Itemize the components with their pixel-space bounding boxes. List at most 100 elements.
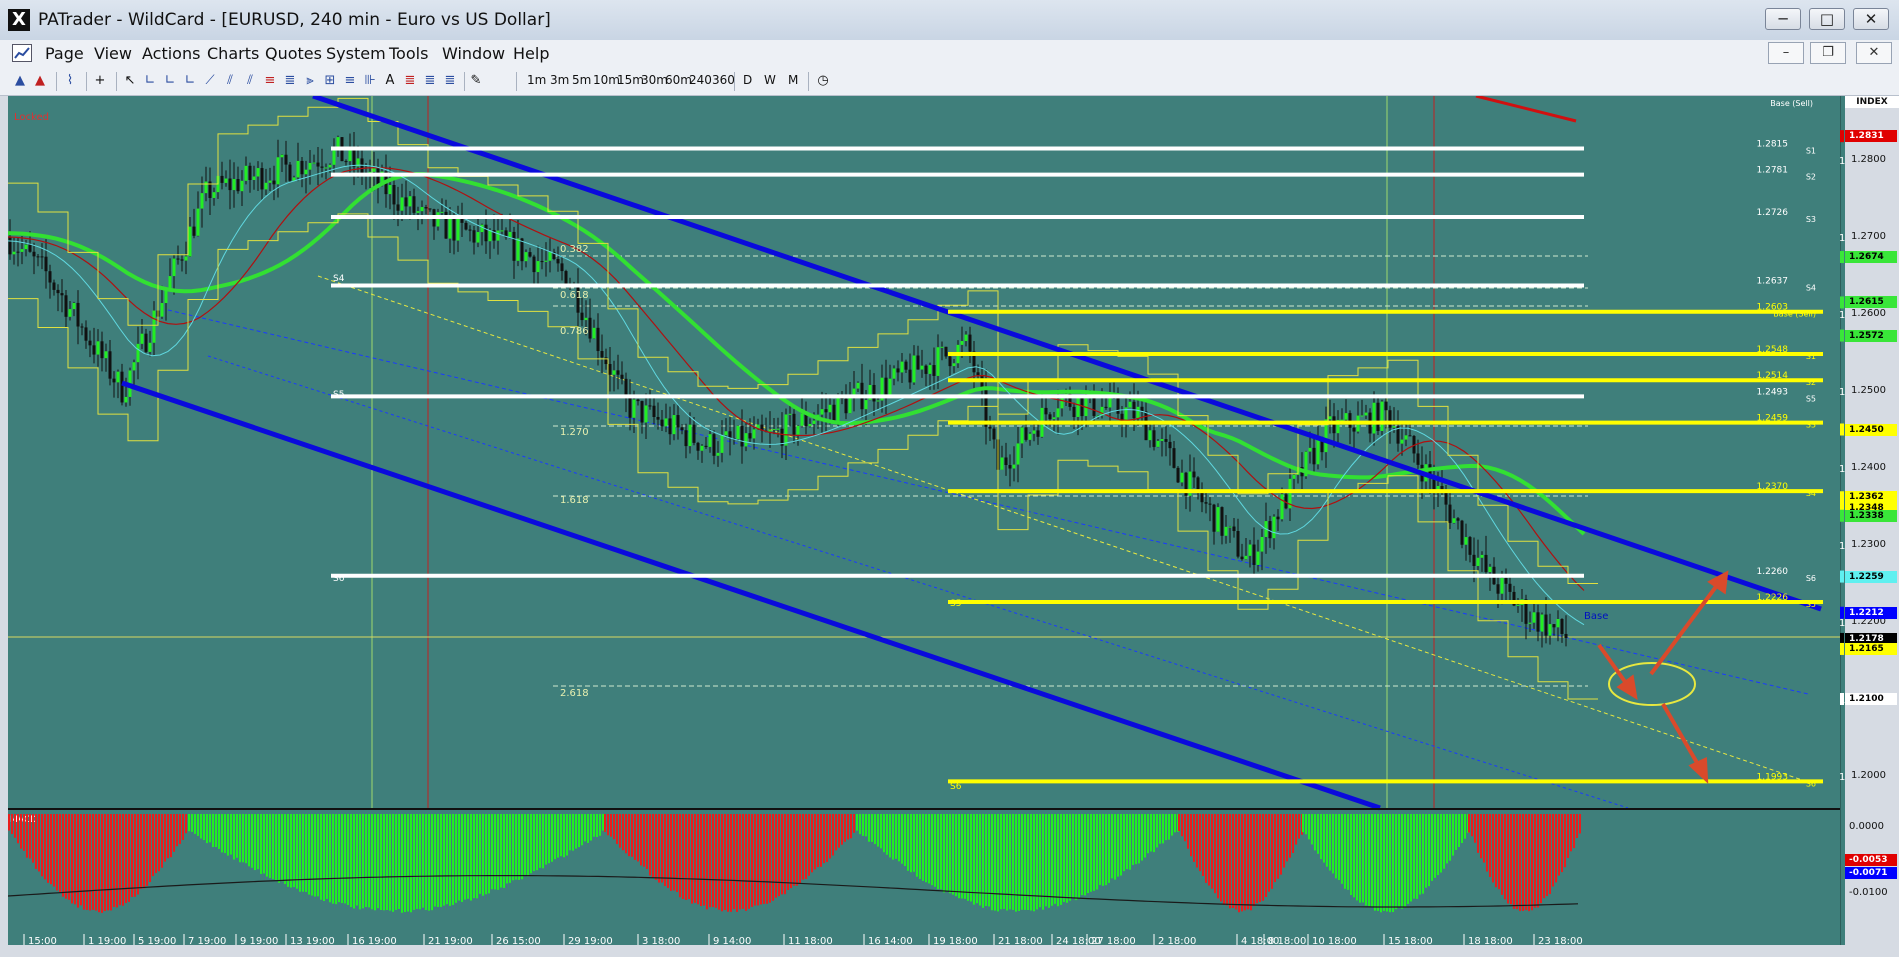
menu-quotes[interactable]: Quotes: [265, 44, 322, 63]
white-level-price: 1.2726: [1757, 208, 1789, 218]
price-axis-tick: 1.2500: [1851, 385, 1886, 396]
period-daily[interactable]: D: [743, 73, 752, 87]
fib-label: 2.618: [560, 688, 589, 699]
speed-lines-icon[interactable]: ≡: [342, 73, 358, 89]
text-tool-icon[interactable]: A: [382, 73, 398, 89]
time-axis-tick: 15 18:00: [1388, 936, 1433, 945]
pitchfork-icon[interactable]: ⊞: [322, 73, 338, 89]
regression-icon[interactable]: ≣: [402, 73, 418, 89]
yellow-level-price: 1.2459: [1757, 414, 1789, 424]
price-chart[interactable]: 1.2815 S1 1.2781 S2 1.2726 S3 1.2637 S4 1.2493 S5…: [8, 96, 1845, 945]
timeframe-30m[interactable]: 30m: [641, 73, 668, 87]
ellipse-tool-icon[interactable]: ≣: [442, 73, 458, 89]
menu-system[interactable]: System: [326, 44, 386, 63]
trend-line-icon[interactable]: ⟋: [202, 73, 218, 89]
menu-page[interactable]: Page: [45, 44, 84, 63]
window-maximize-button[interactable]: □: [1809, 8, 1845, 30]
yellow-level-price: 1.2226: [1757, 593, 1789, 603]
mdi-restore-button[interactable]: ❐: [1810, 42, 1846, 64]
white-level-price: 1.2637: [1757, 277, 1789, 287]
fib-label: 0.786: [560, 326, 589, 337]
period-monthly[interactable]: M: [788, 73, 798, 87]
yellow-level-price: 1.1993: [1757, 772, 1789, 782]
mdi-close-button[interactable]: ✕: [1856, 42, 1892, 64]
yellow-level-tag: S1: [1806, 352, 1816, 361]
time-axis-tick: 18 18:00: [1468, 936, 1513, 945]
crosshair-icon[interactable]: +: [92, 73, 108, 89]
window-minimize-button[interactable]: ─: [1765, 8, 1801, 30]
timeframe-360[interactable]: 360: [712, 73, 735, 87]
time-axis-tick: 2 18:00: [1158, 936, 1196, 945]
yellow-level-price: 1.2548: [1757, 345, 1789, 355]
white-level-price: 1.2815: [1757, 139, 1789, 149]
timeframe-240[interactable]: 240: [689, 73, 712, 87]
price-badge: 1.2831: [1845, 130, 1897, 143]
menu-actions[interactable]: Actions: [142, 44, 200, 63]
locked-label: Locked: [14, 112, 49, 123]
level-left-tag: S6: [333, 574, 345, 584]
base-sell-label: Base (Sell): [1770, 99, 1813, 108]
zoom-in-icon[interactable]: ▲: [12, 73, 28, 89]
menu-window[interactable]: Window: [442, 44, 505, 63]
arc-tool-icon[interactable]: ≣: [422, 73, 438, 89]
time-axis-tick: 23 18:00: [1538, 936, 1583, 945]
price-badge: 1.2100: [1845, 693, 1897, 705]
timeframe-1m[interactable]: 1m: [527, 73, 546, 87]
time-axis-tick: 1 19:00: [88, 936, 126, 945]
timeframe-5m[interactable]: 5m: [572, 73, 591, 87]
price-axis[interactable]: INDEX 1.2800 1.2700 1.2600 1.2500 1.2400 1.230…: [1845, 96, 1899, 945]
fib-retracement-icon[interactable]: ≡: [262, 73, 278, 89]
chart-canvas[interactable]: 1.2815 S1 1.2781 S2 1.2726 S3 1.2637 S4 1.2493 S5…: [8, 96, 1845, 945]
white-level-tag: S4: [1806, 284, 1816, 293]
price-badge: 1.2259: [1845, 570, 1897, 583]
timeframe-15m[interactable]: 15m: [617, 73, 644, 87]
draw-pen-icon[interactable]: ✎: [468, 73, 484, 89]
window-close-button[interactable]: ✕: [1853, 8, 1889, 30]
menu-charts[interactable]: Charts: [207, 44, 259, 63]
chart-document-icon[interactable]: [12, 44, 32, 62]
fib-fan-icon[interactable]: ⫽: [242, 73, 258, 89]
macd-axis-tick: 0.0000: [1849, 821, 1884, 832]
clock-icon[interactable]: ◷: [815, 73, 831, 89]
level-left-tag: S5: [333, 390, 344, 400]
cycle-lines-icon[interactable]: ⊪: [362, 73, 378, 89]
period-weekly[interactable]: W: [764, 73, 776, 87]
zoom-out-icon[interactable]: ▲: [32, 73, 48, 89]
timeframe-10m[interactable]: 10m: [593, 73, 620, 87]
title-bar: X PATrader - WildCard - [EURUSD, 240 min…: [0, 0, 1899, 41]
white-level-tag: S3: [1806, 215, 1816, 224]
gann-fan-icon[interactable]: ⫸: [302, 73, 318, 89]
base-label: Base: [1584, 611, 1608, 622]
mdi-minimize-button[interactable]: –: [1768, 42, 1804, 64]
timeframe-3m[interactable]: 3m: [550, 73, 569, 87]
channel-icon[interactable]: ⫽: [222, 73, 238, 89]
white-level-tag: S5: [1806, 394, 1816, 403]
time-axis-tick: 26 15:00: [496, 936, 541, 945]
white-level-price: 1.2260: [1757, 567, 1789, 577]
pointer-icon[interactable]: ↖: [122, 73, 138, 89]
window-title: PATrader - WildCard - [EURUSD, 240 min -…: [38, 10, 551, 30]
price-badge: 1.2450: [1845, 423, 1897, 436]
vertical-line-icon[interactable]: ∟: [142, 73, 158, 89]
time-axis-tick: 5 19:00: [138, 936, 176, 945]
index-label: INDEX: [1845, 96, 1899, 108]
menu-help[interactable]: Help: [513, 44, 549, 63]
angle-line-icon[interactable]: ∟: [182, 73, 198, 89]
price-axis-tick: 1.2800: [1851, 154, 1886, 165]
time-axis-tick: 10 18:00: [1312, 936, 1357, 945]
timeframe-60m[interactable]: 60m: [665, 73, 692, 87]
time-axis-tick: 9 14:00: [713, 936, 751, 945]
time-axis-tick: 3 18:00: [642, 936, 680, 945]
horizontal-line-icon[interactable]: ∟: [162, 73, 178, 89]
menu-tools[interactable]: Tools: [389, 44, 428, 63]
fib-label: 0.618: [560, 290, 589, 301]
yellow-level-price: 1.2370: [1757, 482, 1789, 492]
chart-style-icon[interactable]: ⌇: [62, 73, 78, 89]
macd-badge: -0.0053: [1845, 854, 1897, 866]
price-axis-tick: 1.2600: [1851, 308, 1886, 319]
level-left-tag: S5: [950, 599, 961, 609]
fib-extension-icon[interactable]: ≣: [282, 73, 298, 89]
level-left-tag: S6: [950, 782, 962, 792]
time-axis-tick: 11 18:00: [788, 936, 833, 945]
menu-view[interactable]: View: [94, 44, 132, 63]
